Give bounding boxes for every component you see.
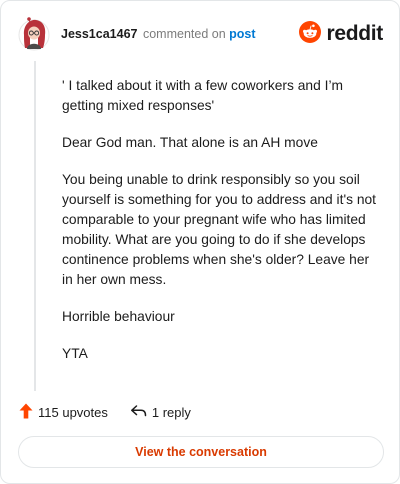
comment-paragraph: Dear God man. That alone is an AH move [62, 135, 318, 150]
upvote-arrow-icon [19, 403, 33, 422]
upvote-button[interactable]: 115 upvotes [19, 403, 108, 422]
commented-on-text: commented on [142, 27, 226, 41]
reply-button[interactable]: 1 reply [130, 404, 191, 421]
comment-header: Jess1ca1467 commented on post reddit [18, 15, 383, 53]
comment-meta: Jess1ca1467 commented on post [61, 27, 256, 41]
upvote-count: 115 upvotes [38, 404, 108, 420]
username[interactable]: Jess1ca1467 [61, 27, 137, 41]
view-conversation-button[interactable]: View the conversation [18, 436, 384, 468]
reply-arrow-icon [130, 404, 147, 421]
thread-line [34, 61, 36, 391]
comment-paragraph: ' I talked about it with a few coworkers… [62, 78, 343, 113]
comment-embed-card: Jess1ca1467 commented on post reddit ' I… [0, 0, 400, 484]
reply-count: 1 reply [151, 404, 191, 420]
comment-paragraph: YTA [62, 346, 88, 361]
comment-body: ' I talked about it with a few coworkers… [62, 76, 380, 381]
reddit-brand[interactable]: reddit [299, 20, 383, 48]
reddit-logo-icon [299, 20, 322, 48]
view-conversation-label: View the conversation [135, 445, 267, 459]
user-avatar[interactable] [18, 15, 50, 53]
comment-actions: 115 upvotes 1 reply [19, 402, 191, 422]
post-link[interactable]: post [229, 27, 255, 41]
comment-paragraph: Horrible behaviour [62, 309, 175, 324]
comment-paragraph: You being unable to drink responsibly so… [62, 172, 376, 287]
reddit-wordmark: reddit [326, 22, 383, 45]
